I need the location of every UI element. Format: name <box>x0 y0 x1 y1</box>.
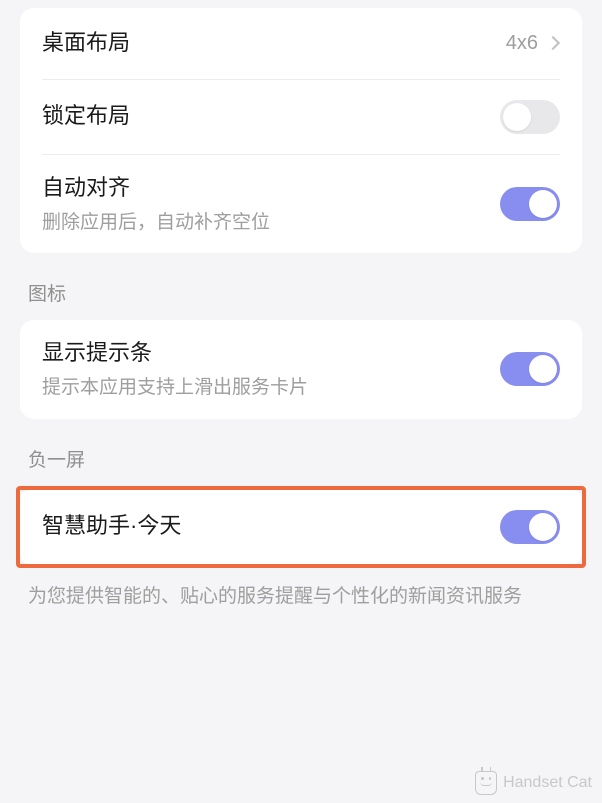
watermark: Handset Cat <box>475 771 592 795</box>
auto-align-subtitle: 删除应用后，自动补齐空位 <box>42 210 500 236</box>
toggle-knob <box>529 513 557 541</box>
auto-align-toggle[interactable] <box>500 187 560 221</box>
chevron-right-icon <box>546 36 560 50</box>
lock-layout-label: 锁定布局 <box>42 101 500 132</box>
smart-assistant-row: 智慧助手·今天 <box>20 490 582 564</box>
smart-assistant-toggle[interactable] <box>500 510 560 544</box>
icon-settings-group: 显示提示条 提示本应用支持上滑出服务卡片 <box>20 320 582 418</box>
auto-align-label: 自动对齐 <box>42 173 500 204</box>
toggle-knob <box>529 190 557 218</box>
lock-layout-row: 锁定布局 <box>20 80 582 154</box>
watermark-text: Handset Cat <box>503 774 592 792</box>
icon-section-header: 图标 <box>20 253 582 320</box>
toggle-knob <box>529 355 557 383</box>
cat-icon <box>475 771 497 795</box>
hint-bar-toggle[interactable] <box>500 352 560 386</box>
toggle-knob <box>503 103 531 131</box>
minus-one-section-footer: 为您提供智能的、贴心的服务提醒与个性化的新闻资讯服务 <box>20 568 582 611</box>
highlight-box: 智慧助手·今天 <box>16 486 586 568</box>
layout-settings-group: 桌面布局 4x6 锁定布局 自动对齐 删除应用后，自动补齐空位 <box>20 8 582 253</box>
smart-assistant-label: 智慧助手·今天 <box>42 511 500 542</box>
row-right: 4x6 <box>506 32 560 55</box>
desktop-layout-label: 桌面布局 <box>42 28 506 59</box>
desktop-layout-row[interactable]: 桌面布局 4x6 <box>20 8 582 79</box>
hint-bar-row: 显示提示条 提示本应用支持上滑出服务卡片 <box>20 320 582 418</box>
minus-one-settings-group: 智慧助手·今天 <box>20 490 582 564</box>
hint-bar-label: 显示提示条 <box>42 338 500 369</box>
desktop-layout-value: 4x6 <box>506 32 538 55</box>
minus-one-section-header: 负一屏 <box>20 419 582 486</box>
auto-align-row: 自动对齐 删除应用后，自动补齐空位 <box>20 155 582 253</box>
lock-layout-toggle[interactable] <box>500 100 560 134</box>
hint-bar-subtitle: 提示本应用支持上滑出服务卡片 <box>42 375 500 401</box>
